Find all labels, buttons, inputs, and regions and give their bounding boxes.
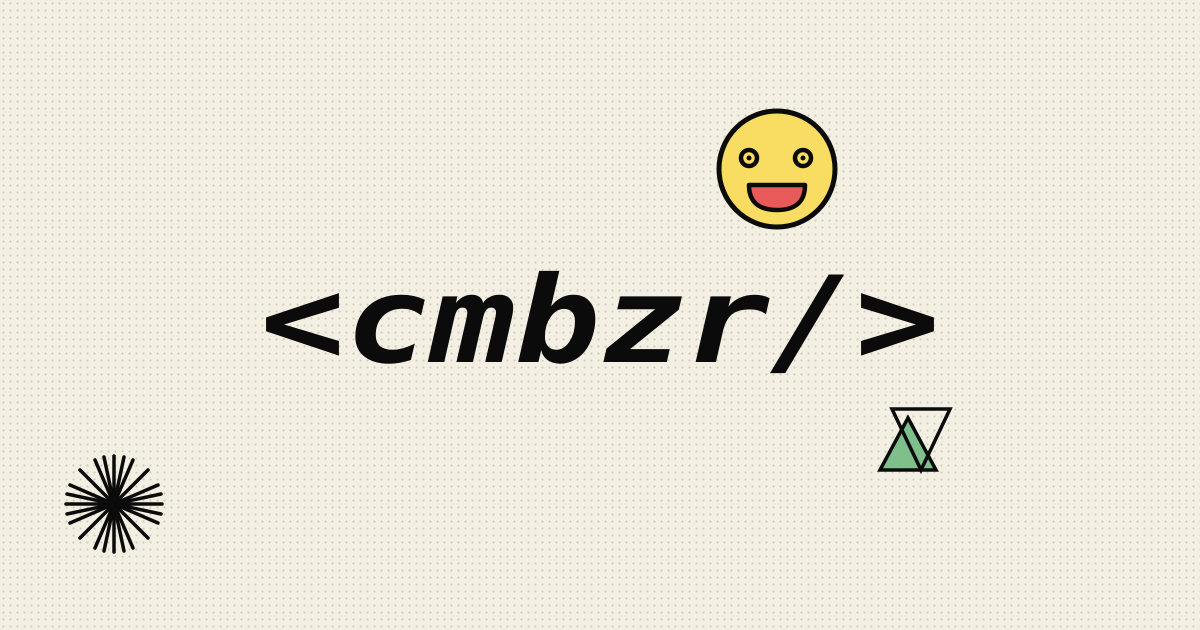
logo-wordmark: <cmbzr/>	[260, 252, 940, 391]
hero-canvas: <cmbzr/>	[0, 0, 1200, 630]
smiley-face-icon	[716, 108, 838, 230]
triangles-icon	[877, 407, 953, 475]
logo-text: <cmbzr/>	[260, 252, 940, 391]
starburst-icon	[64, 454, 164, 554]
